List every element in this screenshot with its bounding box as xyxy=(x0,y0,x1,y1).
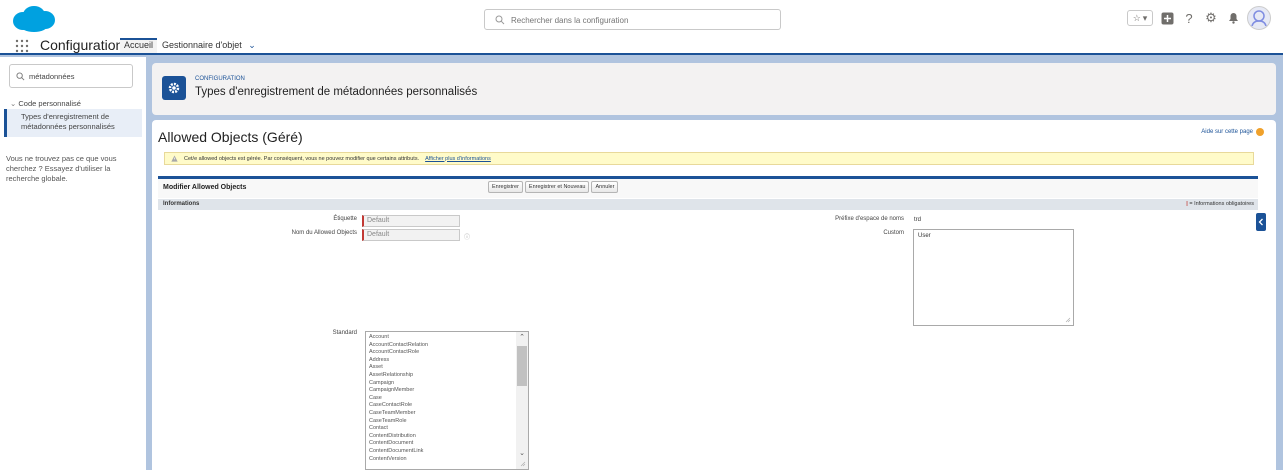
scroll-down-icon[interactable]: ⌄ xyxy=(517,449,527,459)
page-title: Allowed Objects (Géré) xyxy=(158,129,303,145)
standard-option[interactable]: Account xyxy=(369,334,509,342)
tree-item-custom-metadata-types[interactable]: Types d'enregistrement de métadonnées pe… xyxy=(4,109,142,137)
standard-options-list: Account AccountContactRelation AccountCont… xyxy=(369,334,509,463)
scroll-up-icon[interactable]: ⌃ xyxy=(517,333,527,343)
favorites-button[interactable]: ☆ ▾ xyxy=(1127,10,1153,26)
global-search-box[interactable] xyxy=(484,9,781,30)
help-link-label: Aide sur cette page xyxy=(1201,129,1253,135)
scrollbar-track[interactable]: ⌃ ⌄ xyxy=(516,332,528,469)
tree-item-label-line1: Types d'enregistrement de xyxy=(21,112,110,121)
chevron-down-icon: ⌄ xyxy=(10,99,17,108)
resize-handle-icon[interactable] xyxy=(520,461,526,467)
header-icons: ☆ ▾ ? ⚙ xyxy=(1127,4,1271,32)
chevron-left-icon xyxy=(1258,218,1263,226)
tab-object-manager-label: Gestionnaire d'objet xyxy=(162,40,242,50)
salesforce-cloud-logo[interactable] xyxy=(9,4,57,34)
standard-option[interactable]: CaseTeamMember xyxy=(369,410,509,418)
global-header: ☆ ▾ ? ⚙ xyxy=(0,0,1283,37)
information-section-header: Informations | = Informations obligatoir… xyxy=(158,199,1258,210)
standard-option[interactable]: CaseContactRole xyxy=(369,402,509,410)
standard-option[interactable]: ContentDistribution xyxy=(369,433,509,441)
search-icon xyxy=(16,72,25,81)
global-actions-icon[interactable] xyxy=(1159,10,1175,26)
gear-icon[interactable]: ⚙ xyxy=(1203,10,1219,26)
standard-option[interactable]: AssetRelationship xyxy=(369,372,509,380)
tab-object-manager[interactable]: Gestionnaire d'objet ⌄ xyxy=(162,40,256,55)
standard-option[interactable]: CampaignMember xyxy=(369,387,509,395)
standard-multiselect[interactable]: Account AccountContactRelation AccountCont… xyxy=(365,331,529,470)
info-icon: ⓘ xyxy=(464,235,471,241)
navigation-bar: Configuration Accueil Gestionnaire d'obj… xyxy=(0,37,1283,55)
button-group: Enregistrer Enregistrer et Nouveau Annul… xyxy=(488,181,619,193)
custom-textarea-value: User xyxy=(918,233,931,239)
help-icon[interactable]: ? xyxy=(1181,10,1197,26)
save-and-new-button[interactable]: Enregistrer et Nouveau xyxy=(524,181,590,193)
tree-item-label-line2: métadonnées personnalisés xyxy=(21,122,115,131)
quick-find-input[interactable]: métadonnées xyxy=(29,72,74,81)
label-field-label: Étiquette xyxy=(333,216,357,222)
required-legend-text: = Informations obligatoires xyxy=(1189,201,1254,207)
required-legend: | = Informations obligatoires xyxy=(1186,201,1254,207)
cancel-button[interactable]: Annuler xyxy=(591,181,619,193)
standard-option[interactable]: ContentDocument xyxy=(369,440,509,448)
save-button[interactable]: Enregistrer xyxy=(488,181,523,193)
standard-option[interactable]: Address xyxy=(369,357,509,365)
standard-option[interactable]: ContentVersion xyxy=(369,456,509,464)
tree-item-label: Code personnalisé xyxy=(18,99,81,108)
tab-accueil[interactable]: Accueil xyxy=(120,38,158,53)
gear-icon xyxy=(162,76,186,100)
object-name-input[interactable]: Default xyxy=(362,229,460,241)
show-more-info-link[interactable]: Afficher plus d'informations xyxy=(425,156,491,162)
edit-block-header: Modifier Allowed Objects Enregistrer Enr… xyxy=(158,176,1258,198)
setup-title: Types d'enregistrement de métadonnées pe… xyxy=(195,86,478,98)
tree-item-custom-code[interactable]: ⌄ Code personnalisé xyxy=(10,99,81,108)
standard-option[interactable]: CaseTeamRole xyxy=(369,418,509,426)
required-marker: | xyxy=(1186,201,1188,207)
star-icon: ☆ xyxy=(1132,12,1141,23)
setup-eyebrow: CONFIGURATION xyxy=(195,76,245,82)
app-name: Configuration xyxy=(40,37,124,53)
standard-option[interactable]: Campaign xyxy=(369,380,509,388)
sidebar-help-text: Vous ne trouvez pas ce que vous cherchez… xyxy=(6,154,117,183)
app-launcher-icon[interactable] xyxy=(15,39,29,53)
standard-option[interactable]: Asset xyxy=(369,364,509,372)
standard-option[interactable]: AccountContactRole xyxy=(369,349,509,357)
standard-option[interactable]: ContentDocumentLink xyxy=(369,448,509,456)
setup-sidebar: métadonnées ⌄ Code personnalisé Types d'… xyxy=(0,57,146,470)
user-avatar[interactable] xyxy=(1247,6,1271,30)
warning-icon xyxy=(171,155,178,162)
help-for-this-page-link[interactable]: Aide sur cette page xyxy=(1201,128,1264,136)
object-name-field-label: Nom du Allowed Objects xyxy=(291,230,357,236)
banner-text: Cet/e allowed objects est gérée. Par con… xyxy=(184,155,420,162)
resize-handle-icon[interactable] xyxy=(1065,317,1071,323)
edit-title: Modifier Allowed Objects xyxy=(163,184,247,191)
label-input[interactable]: Default xyxy=(362,215,460,227)
scrollbar-thumb[interactable] xyxy=(517,346,527,386)
custom-textarea[interactable]: User xyxy=(913,229,1074,326)
standard-field-label: Standard xyxy=(332,330,357,336)
main-content: Allowed Objects (Géré) Aide sur cette pa… xyxy=(152,120,1276,470)
namespace-prefix-label: Préfixe d'espace de noms xyxy=(835,216,904,222)
quick-find-box[interactable]: métadonnées xyxy=(9,64,133,88)
help-icon xyxy=(1256,128,1264,136)
standard-option[interactable]: Contact xyxy=(369,425,509,433)
global-search-input[interactable] xyxy=(511,12,771,28)
chevron-down-icon: ▾ xyxy=(1142,12,1148,23)
managed-info-banner: Cet/e allowed objects est gérée. Par con… xyxy=(164,152,1254,165)
search-icon xyxy=(495,15,505,25)
section-title: Informations xyxy=(163,201,200,207)
standard-option[interactable]: AccountContactRelation xyxy=(369,342,509,350)
namespace-prefix-value: trd xyxy=(914,217,922,223)
bell-icon[interactable] xyxy=(1225,10,1241,26)
custom-field-label: Custom xyxy=(883,230,904,236)
standard-option[interactable]: Case xyxy=(369,395,509,403)
setup-page-header: CONFIGURATION Types d'enregistrement de … xyxy=(152,63,1276,115)
chevron-down-icon[interactable]: ⌄ xyxy=(248,40,256,50)
collapse-panel-toggle[interactable] xyxy=(1256,213,1266,231)
